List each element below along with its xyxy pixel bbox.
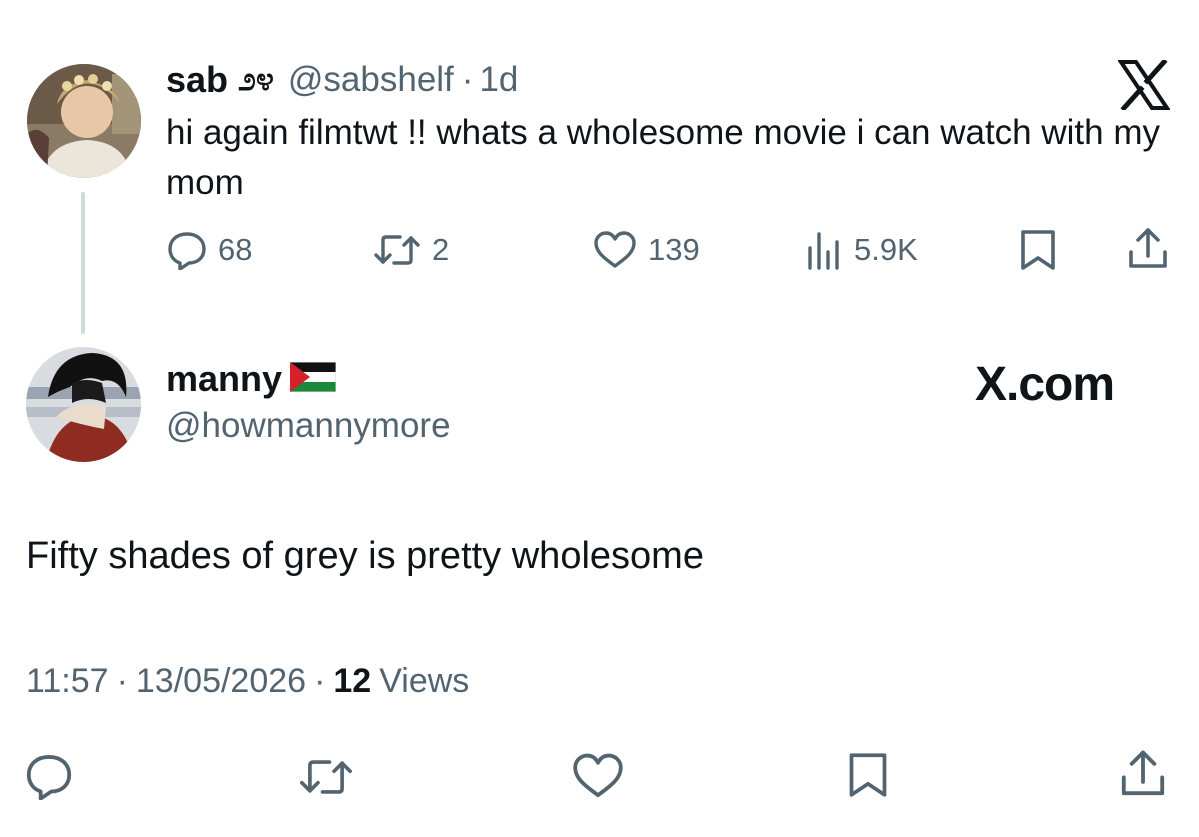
bookmark-icon: [1021, 230, 1055, 270]
manny-handle[interactable]: @howmannymore: [166, 406, 451, 446]
repost-action[interactable]: 2: [372, 228, 449, 272]
reply-bookmark-button[interactable]: [846, 750, 890, 805]
reply-meta: 11:57 · 13/05/2026 · 12 Views: [26, 662, 469, 701]
share-button[interactable]: [1126, 226, 1170, 277]
share-icon: [1129, 228, 1167, 268]
reply-icon: [168, 232, 206, 270]
meta-separator: ·: [116, 662, 128, 700]
sab-name-emoji: ೨೪: [238, 61, 274, 97]
reply-icon: [26, 755, 72, 801]
like-action[interactable]: 139: [592, 228, 700, 272]
views-count: 5.9K: [854, 232, 918, 267]
bookmark-button[interactable]: [1018, 228, 1058, 277]
thread-connector-line: [81, 192, 85, 334]
reply-like-button[interactable]: [570, 752, 626, 805]
repost-icon: [300, 760, 352, 794]
like-count: 139: [648, 232, 700, 267]
bookmark-icon: [849, 753, 887, 797]
heart-icon: [594, 231, 636, 268]
reply-count: 68: [218, 232, 253, 267]
sab-handle[interactable]: @sabshelf: [288, 60, 454, 100]
repost-icon: [374, 235, 420, 265]
site-branding: X.com: [975, 358, 1115, 411]
reply-date[interactable]: 13/05/2026: [136, 662, 306, 701]
x-logo-icon[interactable]: [1117, 58, 1171, 112]
reply-repost-button[interactable]: [296, 754, 356, 805]
reply-header: manny: [166, 358, 337, 400]
views-action[interactable]: 5.9K: [804, 228, 918, 272]
sab-avatar[interactable]: [27, 64, 141, 178]
original-tweet-text: hi again filmtwt !! whats a wholesome mo…: [166, 113, 1160, 202]
manny-display-name[interactable]: manny: [166, 358, 282, 400]
reply-views-label: Views: [379, 662, 470, 700]
manny-avatar[interactable]: [26, 347, 141, 462]
heart-icon: [573, 753, 623, 798]
reply-reply-button[interactable]: [24, 752, 74, 805]
reply-views-count: 12: [333, 662, 372, 700]
views-chart-icon: [808, 232, 839, 270]
reply-tweet-text: Fifty shades of grey is pretty wholesome: [26, 535, 704, 577]
reply-share-button[interactable]: [1118, 748, 1168, 805]
meta-separator: ·: [314, 662, 326, 700]
share-icon: [1121, 750, 1165, 796]
tweet-age[interactable]: 1d: [479, 60, 518, 100]
palestine-flag-icon: [289, 361, 337, 397]
separator-dot: ·: [461, 60, 474, 99]
repost-count: 2: [432, 232, 450, 267]
reply-time[interactable]: 11:57: [26, 662, 109, 701]
original-tweet-header: sab ೨೪ @sabshelf · 1d: [166, 58, 518, 102]
sab-display-name[interactable]: sab: [166, 59, 228, 101]
reply-action[interactable]: 68: [166, 228, 252, 272]
